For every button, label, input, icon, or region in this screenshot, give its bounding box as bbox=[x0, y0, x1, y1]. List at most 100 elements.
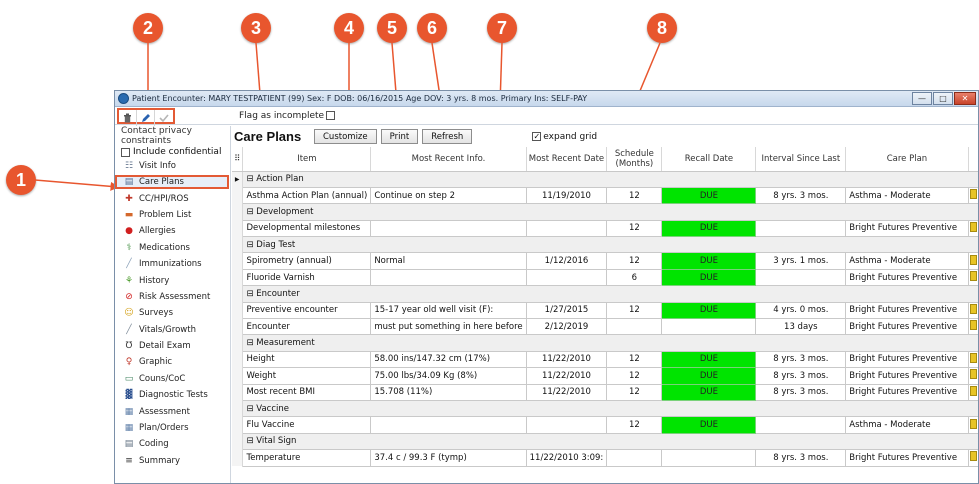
row-selector[interactable] bbox=[232, 269, 244, 286]
sidebar-item-assessment[interactable]: ▦ Assessment bbox=[115, 403, 230, 419]
care-plan-edit-cell[interactable] bbox=[967, 449, 978, 467]
interval-cell[interactable]: 8 yrs. 3 mos. bbox=[755, 449, 847, 467]
schedule-cell[interactable]: 12 bbox=[606, 367, 663, 385]
item-cell[interactable]: Spirometry (annual) bbox=[242, 252, 372, 270]
interval-cell[interactable]: 13 days bbox=[755, 318, 847, 336]
category-cell[interactable]: ⊟ Vaccine bbox=[242, 400, 978, 418]
recall-date-cell[interactable]: DUE bbox=[661, 383, 757, 401]
care-plan-cell[interactable]: Bright Futures Preventive bbox=[845, 219, 969, 238]
expand-grid-toggle[interactable]: ✓ expand grid bbox=[532, 132, 597, 142]
care-plan-edit-cell[interactable] bbox=[967, 219, 978, 238]
interval-cell[interactable]: 8 yrs. 3 mos. bbox=[755, 350, 847, 369]
care-plan-cell[interactable]: Bright Futures Preventive bbox=[845, 350, 969, 369]
sidebar-item-couns-coc[interactable]: ▭ Couns/CoC bbox=[115, 371, 230, 387]
edit-tag-icon[interactable] bbox=[969, 385, 977, 396]
table-row[interactable]: Weight 75.00 lbs/34.09 Kg (8%) 11/22/2010 1… bbox=[232, 367, 978, 385]
recall-date-cell[interactable]: DUE bbox=[661, 350, 757, 369]
category-row[interactable]: ⊟ Vaccine bbox=[232, 400, 978, 418]
include-confidential-checkbox[interactable] bbox=[121, 147, 130, 157]
row-selector[interactable]: ▶ bbox=[232, 171, 244, 188]
sidebar-item-immunizations[interactable]: ╱ Immunizations bbox=[115, 256, 230, 272]
care-plan-cell[interactable]: Bright Futures Preventive bbox=[845, 318, 969, 336]
row-selector[interactable] bbox=[232, 285, 244, 303]
row-selector[interactable] bbox=[232, 367, 244, 385]
sidebar-item-detail-exam[interactable]: ℧ Detail Exam bbox=[115, 338, 230, 354]
recall-date-cell[interactable]: DUE bbox=[661, 268, 757, 287]
info-cell[interactable]: Continue on step 2 bbox=[370, 186, 527, 205]
category-row[interactable]: ⊟ Diag Test bbox=[232, 236, 978, 254]
category-row[interactable]: ⊟ Encounter bbox=[232, 285, 978, 303]
collapse-icon[interactable]: ⊟ bbox=[246, 404, 256, 414]
table-row[interactable]: Asthma Action Plan (annual) Continue on s… bbox=[232, 186, 978, 205]
collapse-icon[interactable]: ⊟ bbox=[246, 289, 256, 299]
column-header-recall-date[interactable]: Recall Date bbox=[661, 147, 757, 172]
delete-button[interactable] bbox=[119, 109, 137, 126]
item-cell[interactable]: Fluoride Varnish bbox=[242, 268, 372, 287]
schedule-cell[interactable]: 12 bbox=[606, 301, 663, 320]
recall-date-cell[interactable] bbox=[661, 449, 757, 467]
info-cell[interactable]: Normal bbox=[370, 252, 527, 270]
schedule-cell[interactable] bbox=[606, 318, 663, 336]
info-cell[interactable] bbox=[370, 416, 527, 434]
minimize-button[interactable]: — bbox=[912, 92, 932, 105]
care-plan-edit-cell[interactable] bbox=[967, 186, 978, 205]
sidebar-item-plan-orders[interactable]: ▦ Plan/Orders bbox=[115, 420, 230, 436]
date-cell[interactable] bbox=[525, 416, 608, 434]
edit-button[interactable] bbox=[137, 109, 155, 126]
info-cell[interactable]: 15.708 (11%) bbox=[370, 383, 527, 401]
include-confidential[interactable]: Include confidential bbox=[115, 146, 230, 158]
sidebar-item-diagnostic-tests[interactable]: ▓ Diagnostic Tests bbox=[115, 387, 230, 403]
category-cell[interactable]: ⊟ Measurement bbox=[242, 334, 978, 352]
edit-tag-icon[interactable] bbox=[969, 189, 977, 200]
category-row[interactable]: ▶ ⊟ Action Plan bbox=[232, 171, 978, 188]
item-cell[interactable]: Most recent BMI bbox=[242, 383, 372, 401]
edit-tag-icon[interactable] bbox=[969, 451, 977, 462]
care-plan-edit-cell[interactable] bbox=[967, 301, 978, 320]
care-plan-cell[interactable]: Asthma - Moderate bbox=[845, 186, 969, 205]
column-header-schedule[interactable]: Schedule (Months) bbox=[606, 147, 663, 172]
care-plan-edit-cell[interactable] bbox=[967, 268, 978, 287]
column-header-most-recent-date[interactable]: Most Recent Date bbox=[526, 147, 608, 172]
schedule-cell[interactable]: 12 bbox=[606, 350, 663, 369]
edit-tag-icon[interactable] bbox=[969, 352, 977, 363]
table-row[interactable]: Preventive encounter 15-17 year old well … bbox=[232, 301, 978, 320]
care-plan-cell[interactable]: Asthma - Moderate bbox=[845, 252, 969, 270]
schedule-cell[interactable]: 12 bbox=[606, 416, 663, 434]
row-selector[interactable] bbox=[232, 449, 244, 467]
recall-date-cell[interactable]: DUE bbox=[661, 301, 757, 320]
recall-date-cell[interactable]: DUE bbox=[661, 367, 757, 385]
table-row[interactable]: Most recent BMI 15.708 (11%) 11/22/2010 12 D… bbox=[232, 383, 978, 401]
schedule-cell[interactable]: 12 bbox=[606, 219, 663, 238]
row-selector[interactable] bbox=[232, 302, 244, 319]
item-cell[interactable]: Asthma Action Plan (annual) bbox=[242, 186, 372, 205]
interval-cell[interactable] bbox=[755, 416, 847, 434]
table-row[interactable]: Temperature 37.4 c / 99.3 F (tymp) 11/22/2… bbox=[232, 449, 978, 467]
info-cell[interactable] bbox=[370, 268, 527, 287]
date-cell[interactable]: 11/19/2010 bbox=[525, 186, 608, 205]
interval-cell[interactable]: 8 yrs. 3 mos. bbox=[755, 186, 847, 205]
edit-tag-icon[interactable] bbox=[969, 271, 977, 282]
column-header-care-plan[interactable]: Care Plan bbox=[845, 147, 969, 172]
table-row[interactable]: Height 58.00 ins/147.32 cm (17%) 11/22/201… bbox=[232, 350, 978, 369]
column-header-most-recent-info[interactable]: Most Recent Info. bbox=[370, 147, 527, 172]
info-cell[interactable] bbox=[370, 219, 527, 238]
sidebar-item-medications[interactable]: ⚕ Medications bbox=[115, 240, 230, 256]
category-cell[interactable]: ⊟ Diag Test bbox=[242, 236, 978, 254]
category-cell[interactable]: ⊟ Encounter bbox=[242, 285, 978, 303]
category-cell[interactable]: ⊟ Action Plan bbox=[242, 171, 978, 188]
edit-tag-icon[interactable] bbox=[969, 221, 977, 232]
info-cell[interactable]: 58.00 ins/147.32 cm (17%) bbox=[370, 350, 527, 369]
interval-cell[interactable] bbox=[755, 219, 847, 238]
print-button[interactable]: Print bbox=[380, 129, 419, 144]
sidebar-item-surveys[interactable]: ☺ Surveys bbox=[115, 305, 230, 321]
row-selector[interactable] bbox=[232, 384, 244, 401]
sidebar-item-cc-hpi-ros[interactable]: ✚ CC/HPI/ROS bbox=[115, 190, 230, 206]
customize-button[interactable]: Customize bbox=[314, 129, 377, 144]
row-selector[interactable] bbox=[232, 416, 244, 434]
table-row[interactable]: Encounter must put something in here befo… bbox=[232, 318, 978, 336]
care-plan-cell[interactable]: Bright Futures Preventive bbox=[845, 367, 969, 385]
interval-cell[interactable]: 3 yrs. 1 mos. bbox=[755, 252, 847, 270]
edit-tag-icon[interactable] bbox=[969, 369, 977, 380]
date-cell[interactable]: 11/22/2010 bbox=[525, 383, 608, 401]
interval-cell[interactable] bbox=[755, 268, 847, 287]
